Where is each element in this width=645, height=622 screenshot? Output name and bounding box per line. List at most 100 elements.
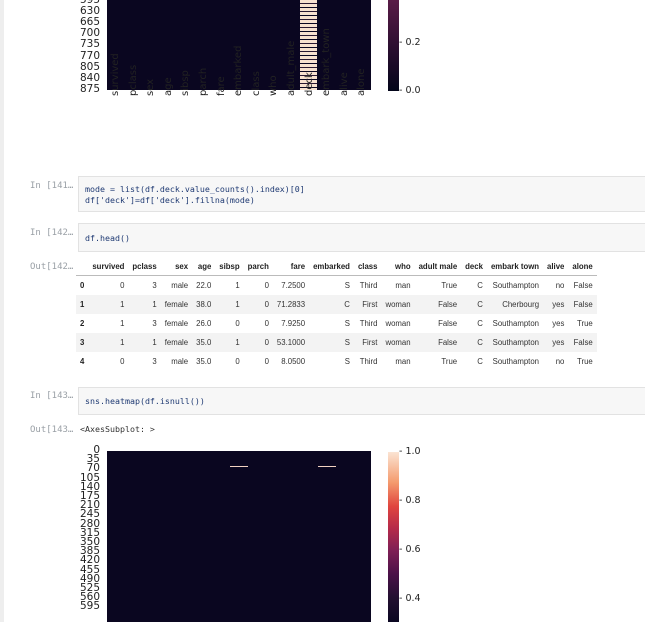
table-cell: Southampton — [492, 281, 540, 290]
x-tick-label: fare — [215, 76, 227, 96]
x-tick-label: sibsp — [180, 70, 192, 96]
top-colorbar-tick: - 0.0 — [399, 85, 421, 96]
table-cell: True — [577, 319, 593, 328]
axes-subplot-repr: <AxesSubplot: > — [80, 424, 155, 434]
output-prompt: Out[142… — [30, 262, 74, 272]
table-cell: False — [573, 281, 593, 290]
table-cell: 1 — [235, 281, 240, 290]
table-cell: woman — [381, 333, 415, 352]
table-cell: 38.0 — [192, 295, 216, 314]
table-row: 2 1 3 female 26.0 0 0 7.9250 S Third woman False C So… — [76, 314, 597, 333]
table-cell: S — [344, 281, 350, 290]
table-cell: False — [414, 295, 462, 314]
table-cell: 1 — [128, 295, 161, 314]
table-cell: 7.2500 — [281, 281, 306, 290]
table-cell: 0 — [264, 281, 269, 290]
top-colorbar — [388, 0, 399, 91]
column-header: class — [353, 258, 382, 276]
table-cell: Southampton — [492, 319, 540, 328]
table-row: 3 1 1 female 35.0 1 0 53.1000 S First woman False C S… — [76, 333, 597, 352]
table-cell: C — [477, 357, 483, 366]
code-line: df.head() — [85, 233, 130, 243]
x-tick-label: sex — [145, 78, 157, 96]
y-tick-label: 770 — [79, 49, 100, 62]
missing-mark — [318, 466, 336, 467]
table-cell: S — [309, 333, 354, 352]
column-header: alive — [543, 258, 569, 276]
table-cell: woman — [385, 319, 411, 328]
column-header: survived — [88, 258, 129, 276]
bottom-heatmap — [107, 451, 371, 622]
table-row: 1 1 1 female 38.0 1 0 71.2833 C First woman False C C… — [76, 295, 597, 314]
table-cell: S — [344, 357, 350, 366]
column-header: sibsp — [215, 258, 244, 276]
table-cell: 3 — [152, 281, 157, 290]
table-cell: 1 — [88, 295, 129, 314]
table-cell: 1 — [120, 319, 125, 328]
table-cell: 53.1000 — [272, 333, 310, 352]
table-cell: 1 — [128, 333, 161, 352]
column-header: alone — [568, 258, 597, 276]
x-tick-label: embark_town — [321, 28, 333, 96]
table-cell: 7.9250 — [281, 319, 306, 328]
table-cell: C — [461, 333, 487, 352]
y-tick-label: 595 — [79, 600, 100, 613]
code-line: mode = list(df.deck.value_counts().index… — [85, 184, 305, 194]
column-header: embarked — [309, 258, 354, 276]
table-cell: 3 — [152, 319, 157, 328]
x-tick-label: parch — [198, 67, 209, 96]
y-tick-label: 875 — [79, 82, 100, 95]
table-row: 4 0 3 male 35.0 0 0 8.0500 S Third man True C Southam… — [76, 352, 597, 371]
x-tick-label: who — [268, 75, 280, 96]
table-cell: C — [309, 295, 354, 314]
colorbar-tick: - 0.8 — [399, 495, 421, 506]
table-cell: female — [164, 319, 189, 328]
x-tick-label: alive — [338, 72, 350, 96]
code-line: sns.heatmap(df.isnull()) — [85, 396, 205, 406]
table-cell: Cherbourg — [486, 295, 544, 314]
table-cell: False — [568, 295, 597, 314]
cell-prompt: In [142… — [30, 228, 74, 238]
y-tick-label: 735 — [79, 38, 100, 51]
table-cell: 35.0 — [196, 357, 212, 366]
table-cell: male — [171, 281, 189, 290]
table-cell: woman — [381, 295, 415, 314]
column-header: deck — [461, 258, 487, 276]
notebook-gutter — [0, 0, 4, 622]
table-cell: no — [555, 281, 565, 290]
table-cell: 71.2833 — [272, 295, 310, 314]
table-cell: 1 — [88, 333, 129, 352]
x-tick-label: pclass — [127, 64, 139, 96]
table-cell: True — [441, 357, 458, 366]
row-index: 2 — [80, 319, 85, 328]
colorbar-tick: - 1.0 — [399, 446, 421, 457]
table-cell: True — [441, 281, 458, 290]
column-header: pclass — [128, 258, 161, 276]
bottom-colorbar — [388, 452, 399, 622]
table-cell: 3 — [152, 357, 157, 366]
x-tick-label: embarked — [233, 45, 245, 96]
cell-prompt: In [141… — [30, 181, 74, 191]
table-cell: 1 — [215, 333, 244, 352]
table-cell: Third — [359, 319, 378, 328]
index-header — [76, 258, 89, 276]
table-cell: 0 — [243, 295, 273, 314]
table-cell: C — [477, 281, 483, 290]
table-cell: male — [171, 357, 189, 366]
x-tick-label: deck — [303, 72, 315, 96]
table-cell: 35.0 — [192, 333, 216, 352]
output-prompt: Out[143… — [30, 425, 74, 435]
table-cell: female — [160, 333, 193, 352]
column-header: parch — [243, 258, 273, 276]
table-cell: no — [555, 357, 565, 366]
table-cell: yes — [543, 295, 569, 314]
code-cell-fillna[interactable]: mode = list(df.deck.value_counts().index… — [78, 176, 645, 212]
table-cell: 0 — [120, 281, 125, 290]
table-cell: 26.0 — [196, 319, 212, 328]
code-cell-heatmap[interactable]: sns.heatmap(df.isnull()) — [78, 387, 645, 415]
x-tick-label: survived — [110, 53, 121, 96]
colorbar-tick-label: 0.6 — [405, 544, 421, 555]
row-index: 0 — [80, 281, 85, 290]
x-tick-label: alone — [356, 68, 368, 96]
code-cell-head[interactable]: df.head() — [78, 223, 645, 252]
